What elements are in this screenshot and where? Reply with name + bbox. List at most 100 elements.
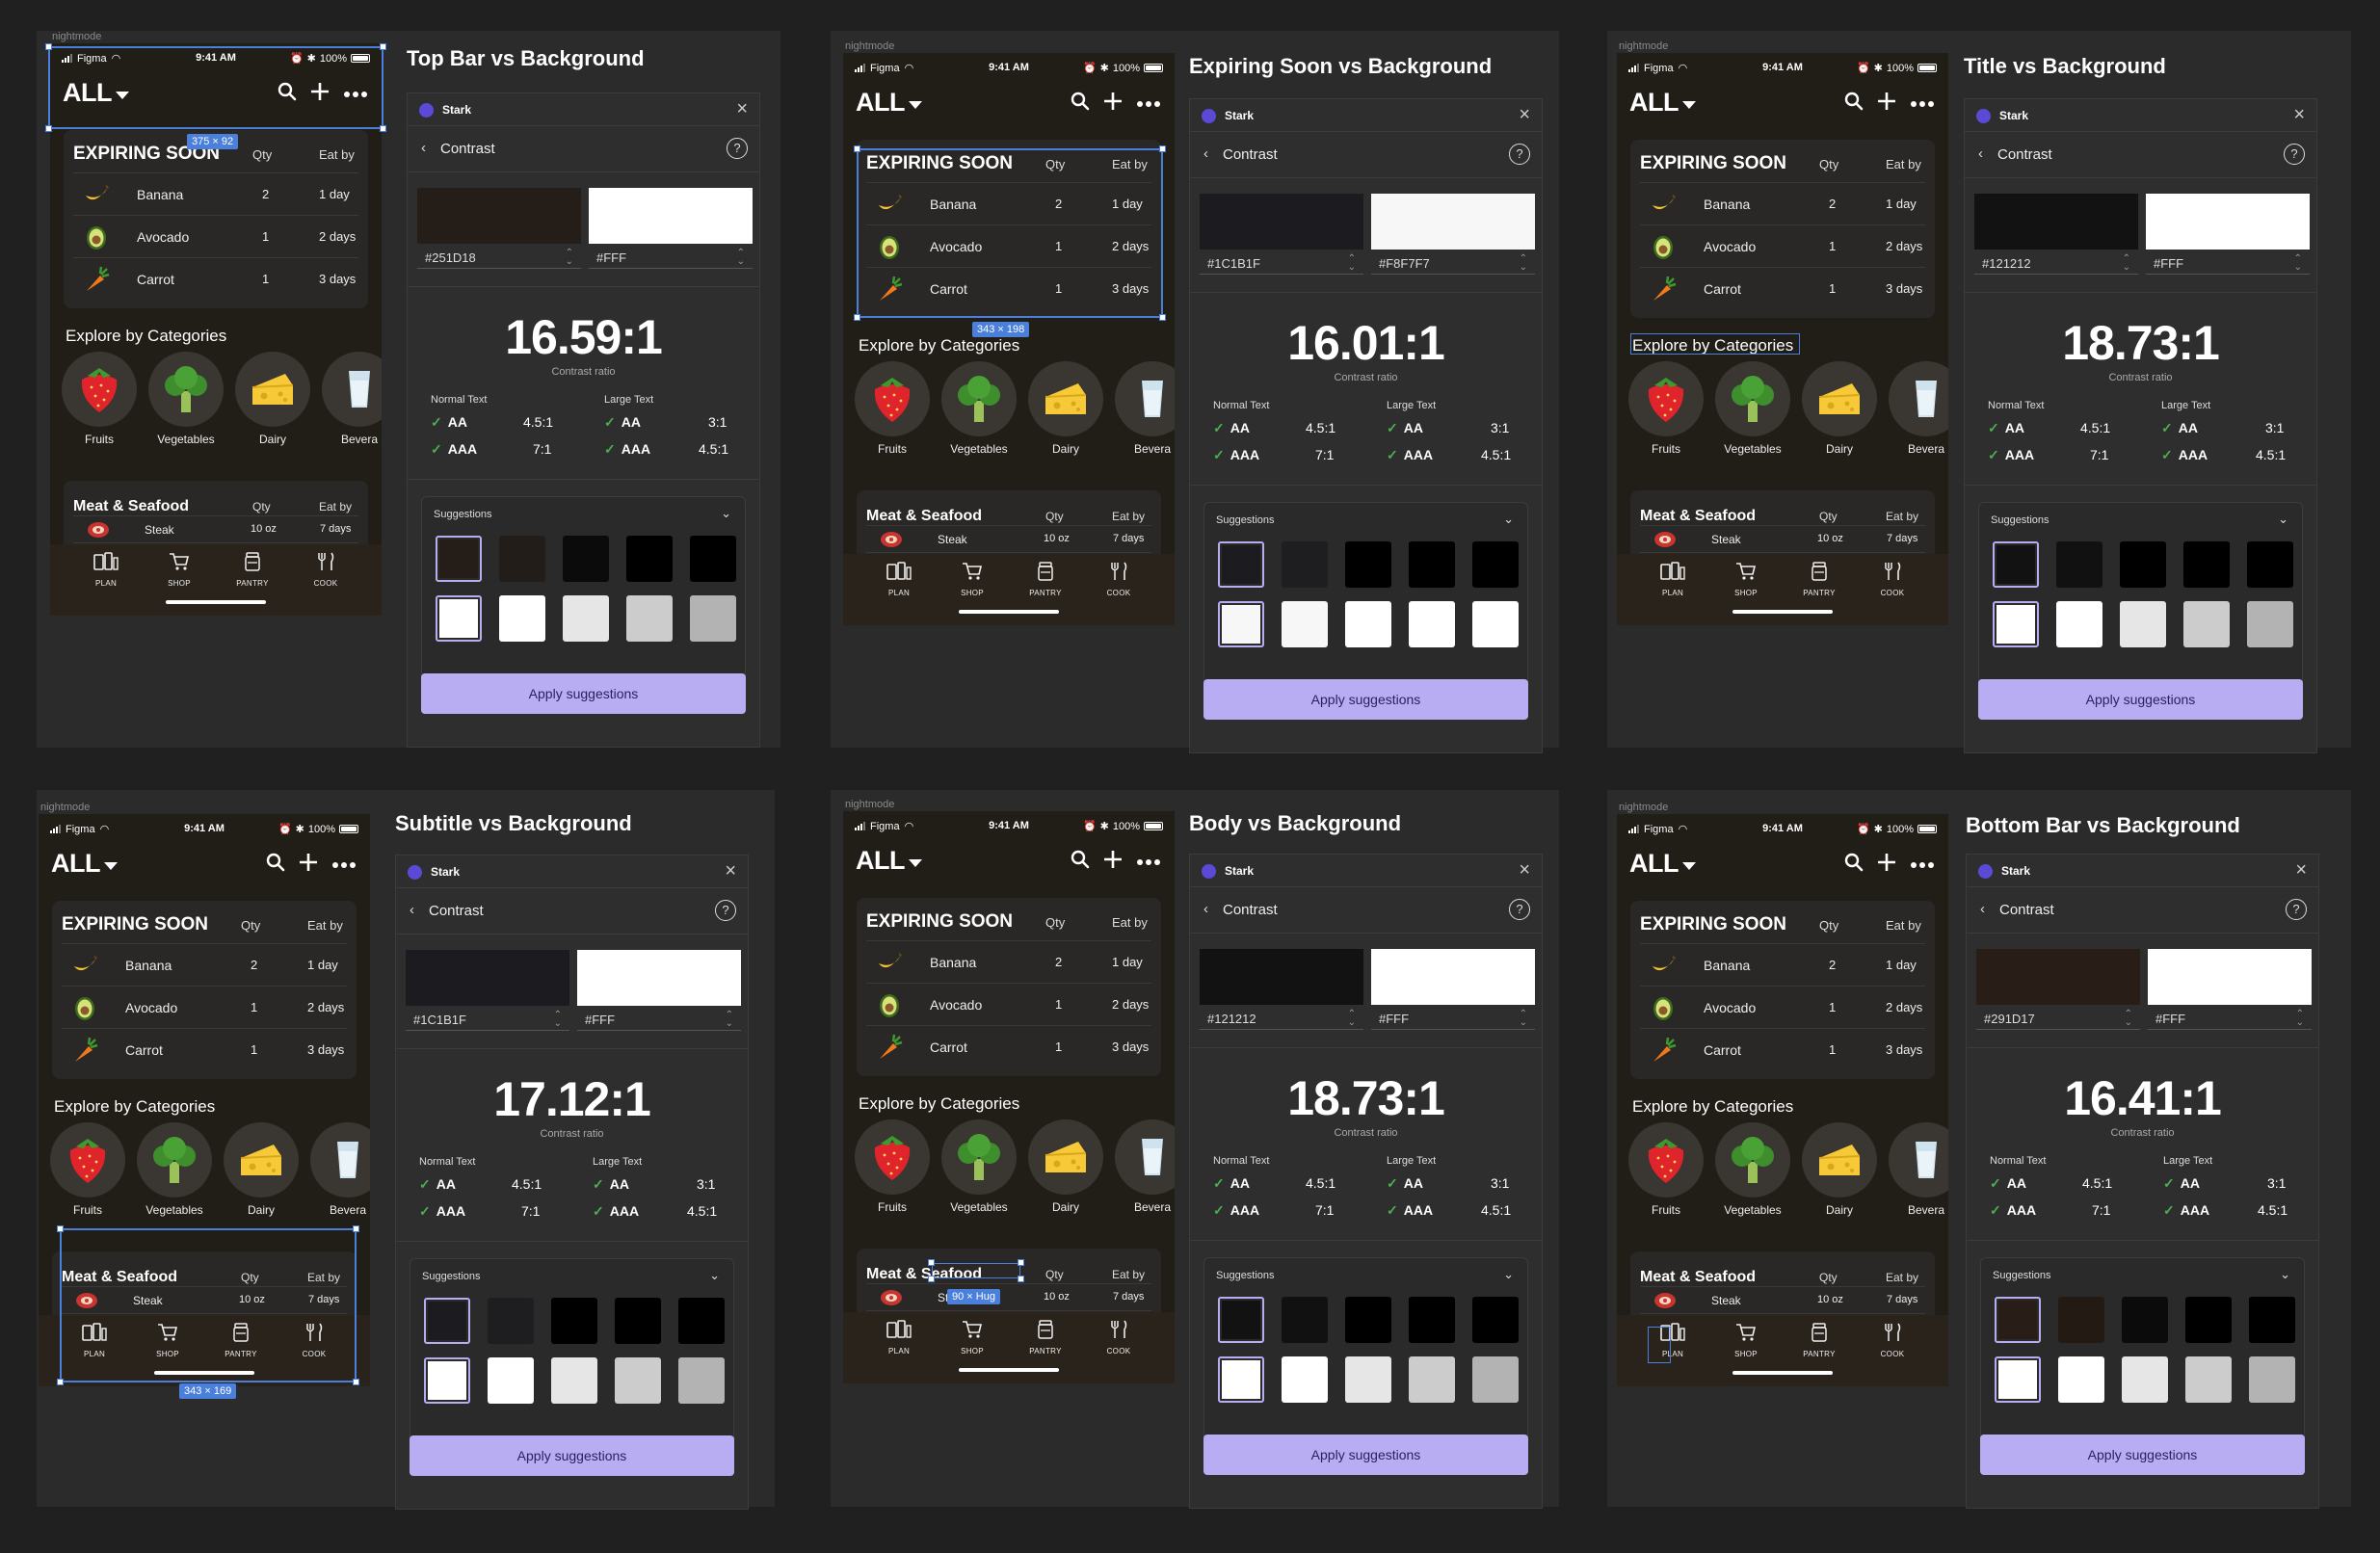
tab-shop[interactable]: SHOP: [144, 1315, 192, 1386]
category-item[interactable]: Bevera: [310, 1122, 370, 1217]
search-icon[interactable]: [266, 853, 285, 877]
filter-dropdown[interactable]: ALL: [1629, 88, 1696, 118]
expiring-row[interactable]: Carrot 1 3 days: [866, 1025, 1151, 1067]
suggestion-swatch-light[interactable]: [1345, 1356, 1391, 1403]
tab-cook[interactable]: COOK: [1868, 554, 1917, 625]
help-icon[interactable]: ?: [2286, 899, 2307, 920]
expiring-row[interactable]: Avocado 1 2 days: [866, 983, 1151, 1025]
suggestion-swatch-light[interactable]: [2185, 1356, 2232, 1403]
tab-cook[interactable]: COOK: [1095, 1312, 1143, 1383]
suggestion-swatch-dark[interactable]: [1218, 541, 1264, 588]
more-icon[interactable]: [1136, 854, 1161, 871]
chevron-left-icon[interactable]: ‹: [421, 140, 426, 156]
expiring-row[interactable]: Banana 2 1 day: [1640, 943, 1925, 986]
plus-icon[interactable]: [1877, 92, 1896, 116]
suggestion-swatch-dark[interactable]: [2183, 541, 2230, 588]
suggestion-swatch-dark[interactable]: [1472, 1297, 1519, 1343]
tab-pantry[interactable]: PANTRY: [1021, 1312, 1070, 1383]
chevron-left-icon[interactable]: ‹: [1980, 901, 1985, 917]
meat-row[interactable]: Steak10 oz7 days: [866, 525, 1151, 552]
suggestion-swatch-light[interactable]: [678, 1357, 725, 1404]
foreground-swatch[interactable]: [406, 950, 569, 1006]
suggestion-swatch-light[interactable]: [1345, 601, 1391, 647]
plus-icon[interactable]: [1877, 853, 1896, 877]
plus-icon[interactable]: [1103, 850, 1123, 874]
foreground-swatch[interactable]: [1974, 194, 2138, 250]
help-icon[interactable]: ?: [1509, 899, 1530, 920]
suggestion-swatch-dark[interactable]: [2185, 1297, 2232, 1343]
tab-cook[interactable]: COOK: [290, 1315, 338, 1386]
meat-row[interactable]: Steak10 oz7 days: [866, 1283, 1151, 1310]
foreground-swatch[interactable]: [1200, 194, 1363, 250]
suggestion-swatch-light[interactable]: [563, 595, 609, 642]
close-icon[interactable]: ×: [2293, 104, 2305, 126]
close-icon[interactable]: ×: [736, 98, 748, 120]
suggestion-swatch-light[interactable]: [1993, 601, 2039, 647]
filter-dropdown[interactable]: ALL: [51, 849, 118, 879]
category-item[interactable]: Fruits: [1628, 361, 1704, 456]
close-icon[interactable]: ×: [1519, 104, 1530, 126]
suggestion-swatch-dark[interactable]: [2120, 541, 2166, 588]
suggestion-swatch-light[interactable]: [436, 595, 482, 642]
more-icon[interactable]: [1910, 95, 1935, 113]
suggestion-swatch-dark[interactable]: [626, 536, 673, 582]
category-item[interactable]: Fruits: [50, 1122, 125, 1217]
suggestion-swatch-dark[interactable]: [1995, 1297, 2041, 1343]
suggestion-swatch-light[interactable]: [424, 1357, 470, 1404]
background-swatch[interactable]: [1371, 194, 1535, 250]
suggestion-swatch-light[interactable]: [2247, 601, 2293, 647]
suggestion-swatch-dark[interactable]: [1409, 1297, 1455, 1343]
expiring-row[interactable]: Carrot 1 3 days: [62, 1028, 347, 1070]
stepper-icon[interactable]: ⌃ ⌄: [1520, 1010, 1527, 1028]
background-hex-input[interactable]: #F8F7F7 ⌃ ⌄: [1371, 251, 1535, 275]
suggestion-swatch-dark[interactable]: [2122, 1297, 2168, 1343]
tab-pantry[interactable]: PANTRY: [1795, 1315, 1843, 1386]
foreground-hex-input[interactable]: #251D18 ⌃ ⌄: [417, 246, 581, 269]
foreground-swatch[interactable]: [417, 188, 581, 244]
suggestion-swatch-light[interactable]: [1995, 1356, 2041, 1403]
plus-icon[interactable]: [310, 82, 330, 106]
suggestion-swatch-dark[interactable]: [2247, 541, 2293, 588]
category-item[interactable]: Bevera: [1889, 1122, 1948, 1217]
foreground-swatch[interactable]: [1976, 949, 2140, 1005]
category-item[interactable]: Vegetables: [1715, 361, 1790, 456]
tab-cook[interactable]: COOK: [1095, 554, 1143, 625]
suggestion-swatch-light[interactable]: [626, 595, 673, 642]
expiring-row[interactable]: Carrot 1 3 days: [1640, 267, 1925, 309]
expiring-row[interactable]: Avocado 1 2 days: [73, 215, 358, 257]
expiring-row[interactable]: Carrot 1 3 days: [73, 257, 358, 300]
apply-suggestions-button[interactable]: Apply suggestions: [1980, 1435, 2305, 1475]
suggestion-swatch-dark[interactable]: [1409, 541, 1455, 588]
apply-suggestions-button[interactable]: Apply suggestions: [1203, 1435, 1528, 1475]
suggestion-swatch-light[interactable]: [1282, 1356, 1328, 1403]
stepper-icon[interactable]: ⌃ ⌄: [566, 249, 573, 267]
expiring-row[interactable]: Banana 2 1 day: [73, 172, 358, 215]
search-icon[interactable]: [1844, 92, 1864, 116]
category-item[interactable]: Vegetables: [941, 361, 1017, 456]
chevron-left-icon[interactable]: ‹: [410, 902, 414, 918]
category-item[interactable]: Dairy: [235, 352, 310, 446]
category-item[interactable]: Vegetables: [1715, 1122, 1790, 1217]
stepper-icon[interactable]: ⌃ ⌄: [726, 1011, 733, 1029]
background-swatch[interactable]: [2148, 949, 2312, 1005]
tab-shop[interactable]: SHOP: [948, 554, 996, 625]
apply-suggestions-button[interactable]: Apply suggestions: [410, 1435, 734, 1476]
tab-plan[interactable]: PLAN: [875, 1312, 923, 1383]
frame-label[interactable]: nightmode: [845, 799, 894, 810]
expiring-row[interactable]: Carrot 1 3 days: [1640, 1028, 1925, 1070]
search-icon[interactable]: [1071, 92, 1090, 116]
category-item[interactable]: Fruits: [855, 361, 930, 456]
filter-dropdown[interactable]: ALL: [856, 88, 922, 118]
expiring-row[interactable]: Banana 2 1 day: [866, 940, 1151, 983]
category-item[interactable]: Dairy: [1028, 1119, 1103, 1214]
suggestion-swatch-light[interactable]: [1409, 601, 1455, 647]
background-hex-input[interactable]: #FFF ⌃ ⌄: [1371, 1007, 1535, 1030]
stepper-icon[interactable]: ⌃ ⌄: [1520, 254, 1527, 273]
suggestion-swatch-dark[interactable]: [615, 1298, 661, 1344]
plus-icon[interactable]: [1103, 92, 1123, 116]
suggestion-swatch-dark[interactable]: [678, 1298, 725, 1344]
stepper-icon[interactable]: ⌃ ⌄: [1348, 254, 1356, 273]
suggestion-swatch-dark[interactable]: [2058, 1297, 2104, 1343]
category-item[interactable]: Bevera: [1115, 361, 1175, 456]
chevron-down-icon[interactable]: ⌄: [2278, 512, 2288, 527]
